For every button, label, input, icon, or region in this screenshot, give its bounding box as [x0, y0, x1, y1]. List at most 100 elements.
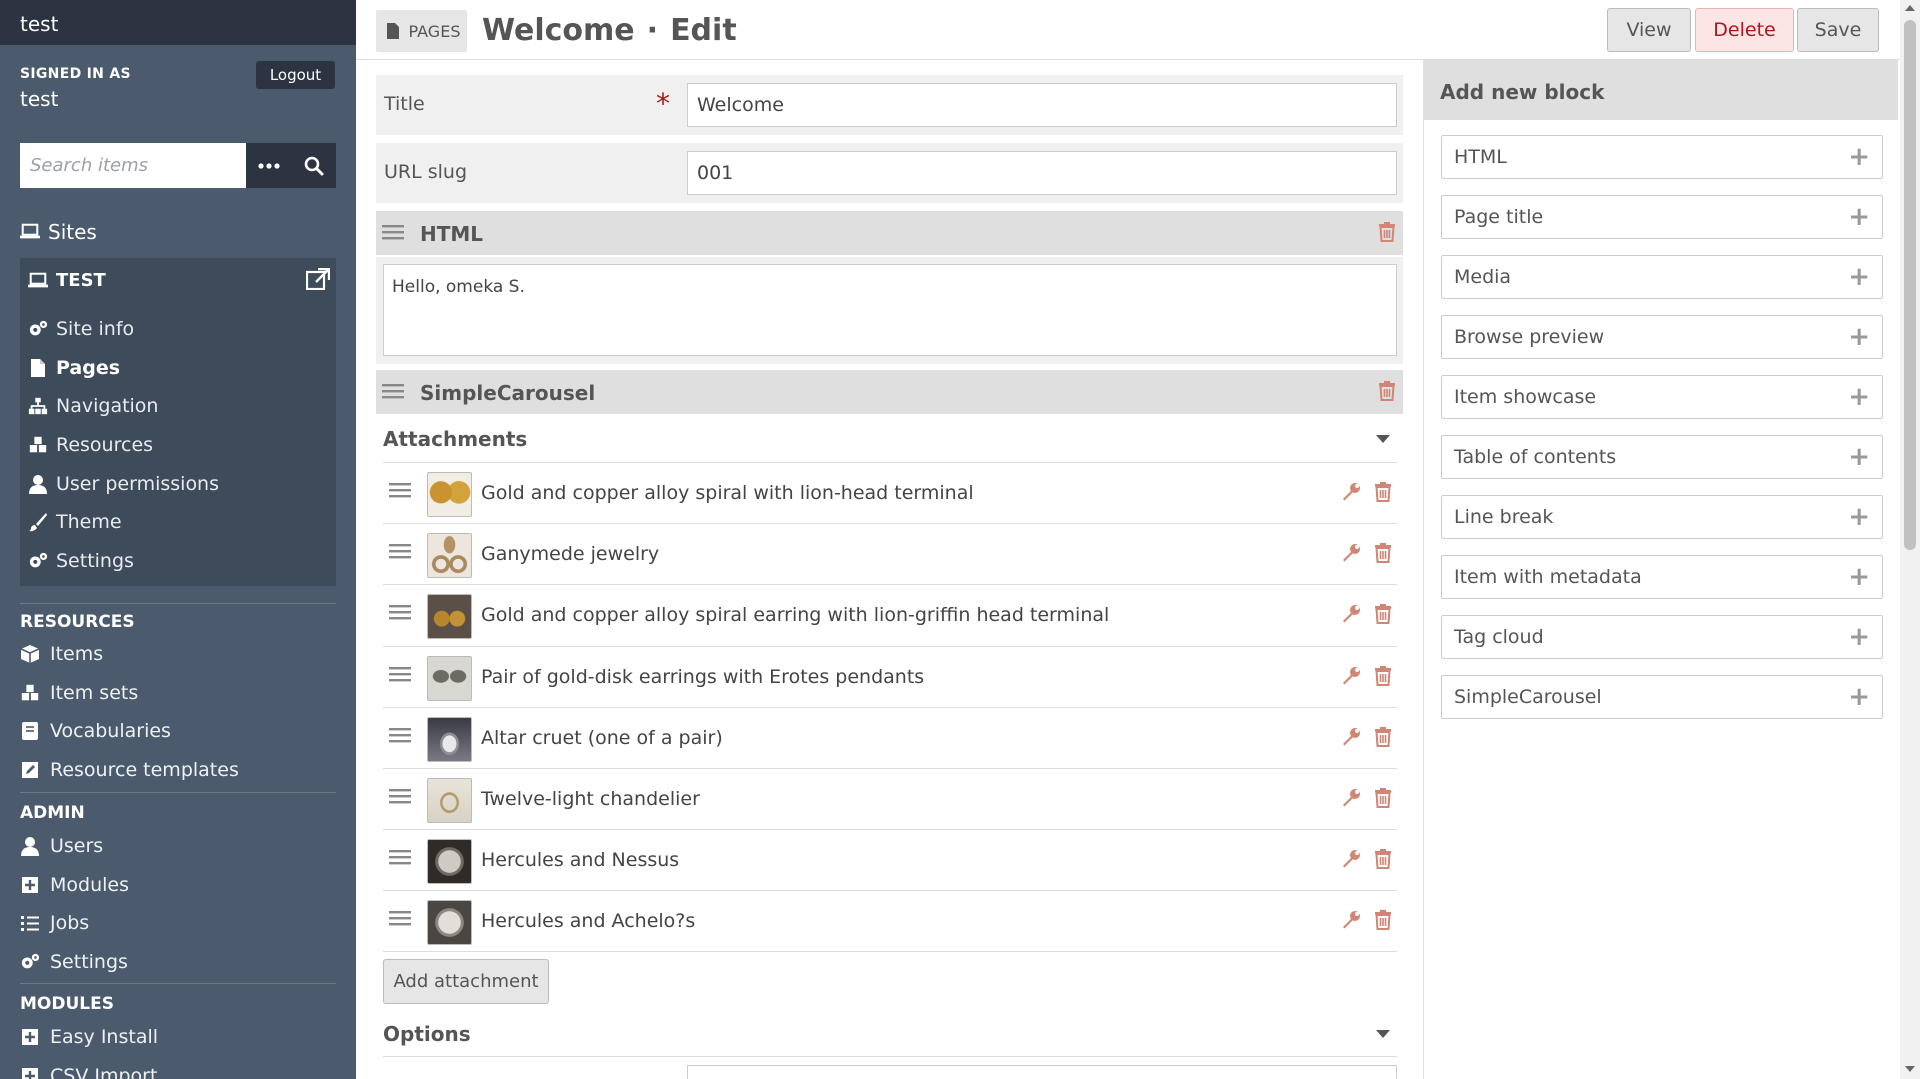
- external-link-icon[interactable]: [305, 267, 331, 294]
- attachment-title[interactable]: Gold and copper alloy spiral with lion-h…: [481, 482, 974, 504]
- attachment-title[interactable]: Hercules and Nessus: [481, 849, 679, 871]
- nav-easy-install[interactable]: Easy Install: [20, 1018, 158, 1057]
- attachment-thumbnail[interactable]: [427, 777, 472, 823]
- add-block-tag-cloud[interactable]: Tag cloud +: [1441, 615, 1883, 659]
- scrollbar-thumb[interactable]: [1904, 20, 1916, 550]
- attachment-title[interactable]: Altar cruet (one of a pair): [481, 727, 723, 749]
- wrench-icon[interactable]: [1341, 788, 1361, 812]
- drag-handle-icon[interactable]: [382, 223, 404, 245]
- scroll-up-icon[interactable]: [1905, 5, 1915, 11]
- trash-icon[interactable]: [1375, 482, 1391, 506]
- trash-icon[interactable]: [1375, 849, 1391, 873]
- attachment-title[interactable]: Hercules and Achelo?s: [481, 910, 695, 932]
- add-attachment-button[interactable]: Add attachment: [383, 959, 549, 1004]
- drag-handle-icon[interactable]: [389, 909, 411, 931]
- add-block-html[interactable]: HTML +: [1441, 135, 1883, 179]
- attachment-title[interactable]: Pair of gold-disk earrings with Erotes p…: [481, 666, 924, 688]
- html-content-editor[interactable]: Hello, omeka S.: [383, 264, 1397, 356]
- current-site[interactable]: TEST: [28, 270, 106, 291]
- add-block-line-break[interactable]: Line break +: [1441, 495, 1883, 539]
- nav-item-sets[interactable]: Item sets: [20, 674, 239, 713]
- site-nav-navigation[interactable]: Navigation: [28, 387, 219, 426]
- nav-items[interactable]: Items: [20, 635, 239, 674]
- nav-label: Settings: [50, 951, 128, 974]
- site-nav-theme[interactable]: Theme: [28, 503, 219, 542]
- trash-icon[interactable]: [1375, 604, 1391, 628]
- delete-button[interactable]: Delete: [1695, 8, 1794, 52]
- nav-users[interactable]: Users: [20, 827, 129, 866]
- nav-jobs[interactable]: Jobs: [20, 904, 129, 943]
- sites-link[interactable]: Sites: [20, 220, 97, 244]
- wrench-icon[interactable]: [1341, 604, 1361, 628]
- drag-handle-icon[interactable]: [389, 848, 411, 870]
- wrench-icon[interactable]: [1341, 849, 1361, 873]
- search-button[interactable]: [291, 143, 336, 188]
- nav-vocabularies[interactable]: Vocabularies: [20, 712, 239, 751]
- wrench-icon[interactable]: [1341, 543, 1361, 567]
- attachment-thumbnail[interactable]: [427, 655, 472, 701]
- title-input[interactable]: Welcome: [687, 83, 1397, 127]
- site-nav-label: Theme: [56, 511, 122, 534]
- drag-handle-icon[interactable]: [389, 542, 411, 564]
- trash-icon[interactable]: [1375, 543, 1391, 567]
- drag-handle-icon[interactable]: [389, 787, 411, 809]
- option-input[interactable]: [687, 1065, 1397, 1079]
- site-nav-pages[interactable]: Pages: [28, 349, 219, 388]
- drag-handle-icon[interactable]: [389, 665, 411, 687]
- site-title[interactable]: test: [0, 0, 356, 45]
- options-heading[interactable]: Options: [383, 1022, 471, 1046]
- site-nav-user-permissions[interactable]: User permissions: [28, 464, 219, 503]
- attachment-title[interactable]: Gold and copper alloy spiral earring wit…: [481, 604, 1109, 626]
- wrench-icon[interactable]: [1341, 666, 1361, 690]
- breadcrumb-pages[interactable]: PAGES: [376, 10, 467, 52]
- slug-input[interactable]: 001: [687, 151, 1397, 195]
- trash-icon[interactable]: [1379, 222, 1395, 246]
- drag-handle-icon[interactable]: [389, 603, 411, 625]
- search-input[interactable]: [20, 143, 246, 188]
- drag-handle-icon[interactable]: [382, 382, 404, 404]
- attachment-thumbnail[interactable]: [427, 839, 472, 885]
- advanced-search-button[interactable]: [246, 143, 291, 188]
- wrench-icon[interactable]: [1341, 910, 1361, 934]
- site-nav-resources[interactable]: Resources: [28, 426, 219, 465]
- breadcrumb-label: PAGES: [408, 21, 461, 41]
- chevron-down-icon[interactable]: [1376, 1030, 1390, 1038]
- attachment-thumbnail[interactable]: [427, 716, 472, 762]
- logout-button[interactable]: Logout: [256, 61, 335, 89]
- drag-handle-icon[interactable]: [389, 481, 411, 503]
- view-button[interactable]: View: [1607, 8, 1691, 52]
- trash-icon[interactable]: [1375, 910, 1391, 934]
- attachment-title[interactable]: Twelve-light chandelier: [481, 788, 700, 810]
- site-nav-settings[interactable]: Settings: [28, 542, 219, 581]
- add-block-item-with-metadata[interactable]: Item with metadata +: [1441, 555, 1883, 599]
- site-nav-site-info[interactable]: Site info: [28, 310, 219, 349]
- trash-icon[interactable]: [1375, 787, 1391, 812]
- trash-icon[interactable]: [1375, 665, 1391, 690]
- nav-settings[interactable]: Settings: [20, 943, 129, 982]
- drag-handle-icon[interactable]: [389, 726, 411, 748]
- attachment-thumbnail[interactable]: [427, 594, 472, 640]
- add-block-media[interactable]: Media +: [1441, 255, 1883, 299]
- trash-icon[interactable]: [1379, 381, 1395, 405]
- scroll-down-icon[interactable]: [1905, 1066, 1915, 1072]
- add-block-page-title[interactable]: Page title +: [1441, 195, 1883, 239]
- wrench-icon[interactable]: [1341, 727, 1361, 751]
- add-block-simplecarousel[interactable]: SimpleCarousel +: [1441, 675, 1883, 719]
- nav-resource-templates[interactable]: Resource templates: [20, 751, 239, 790]
- attachments-heading[interactable]: Attachments: [383, 427, 527, 451]
- chevron-down-icon[interactable]: [1376, 435, 1390, 443]
- trash-icon[interactable]: [1375, 726, 1391, 751]
- attachment-thumbnail[interactable]: [427, 472, 472, 517]
- attachment-title[interactable]: Ganymede jewelry: [481, 543, 659, 565]
- nav-csv-import[interactable]: CSV Import: [20, 1057, 158, 1079]
- attachment-thumbnail[interactable]: [427, 900, 472, 946]
- add-block-table-of-contents[interactable]: Table of contents +: [1441, 435, 1883, 479]
- cubes-icon: [28, 435, 48, 455]
- save-button[interactable]: Save: [1797, 8, 1879, 52]
- attachment-thumbnail[interactable]: [427, 533, 472, 579]
- nav-modules[interactable]: Modules: [20, 866, 129, 905]
- wrench-icon[interactable]: [1341, 482, 1361, 506]
- add-block-item-showcase[interactable]: Item showcase +: [1441, 375, 1883, 419]
- gears-icon: [28, 551, 48, 571]
- add-block-browse-preview[interactable]: Browse preview +: [1441, 315, 1883, 359]
